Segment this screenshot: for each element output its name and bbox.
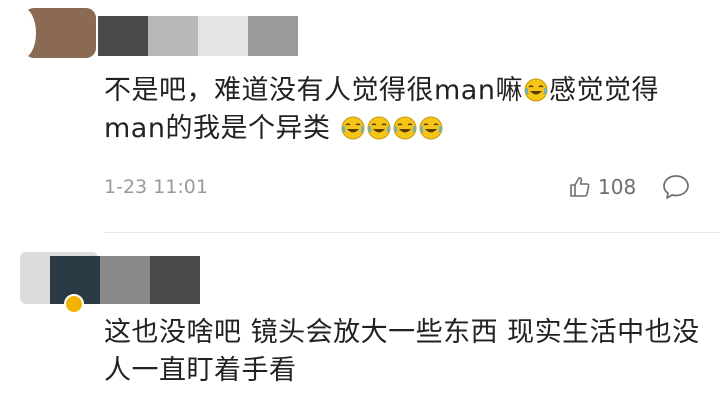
comment-text: 不是吧，难道没有人觉得很man嘛 感觉觉得man的我是个异类 [104,72,704,148]
comment-text: 这也没啥吧 镜头会放大一些东西 现实生活中也没人一直盯着手看 [104,317,700,386]
laughing-crying-emoji-icon [524,78,548,102]
avatar[interactable] [24,8,96,58]
divider [104,232,720,233]
laughing-crying-emoji-icon [419,116,443,140]
laughing-crying-emoji-icon [341,116,365,140]
speech-bubble-icon[interactable] [662,174,690,200]
comment-timestamp: 1-23 11:01 [104,176,208,198]
username-mosaic [98,16,298,56]
like-button[interactable]: 108 [568,172,636,202]
emoji-group [330,113,443,144]
laughing-crying-emoji-icon [367,116,391,140]
like-count: 108 [598,175,637,199]
comment-item: 不是吧，难道没有人觉得很man嘛 感觉觉得man的我是个异类 1-23 11:0… [0,0,720,230]
thumbs-up-icon [570,177,590,197]
comment-text-part: 不是吧，难道没有人觉得很man嘛 [104,75,523,106]
laughing-crying-emoji-icon [393,116,417,140]
gold-badge-icon [64,294,84,314]
